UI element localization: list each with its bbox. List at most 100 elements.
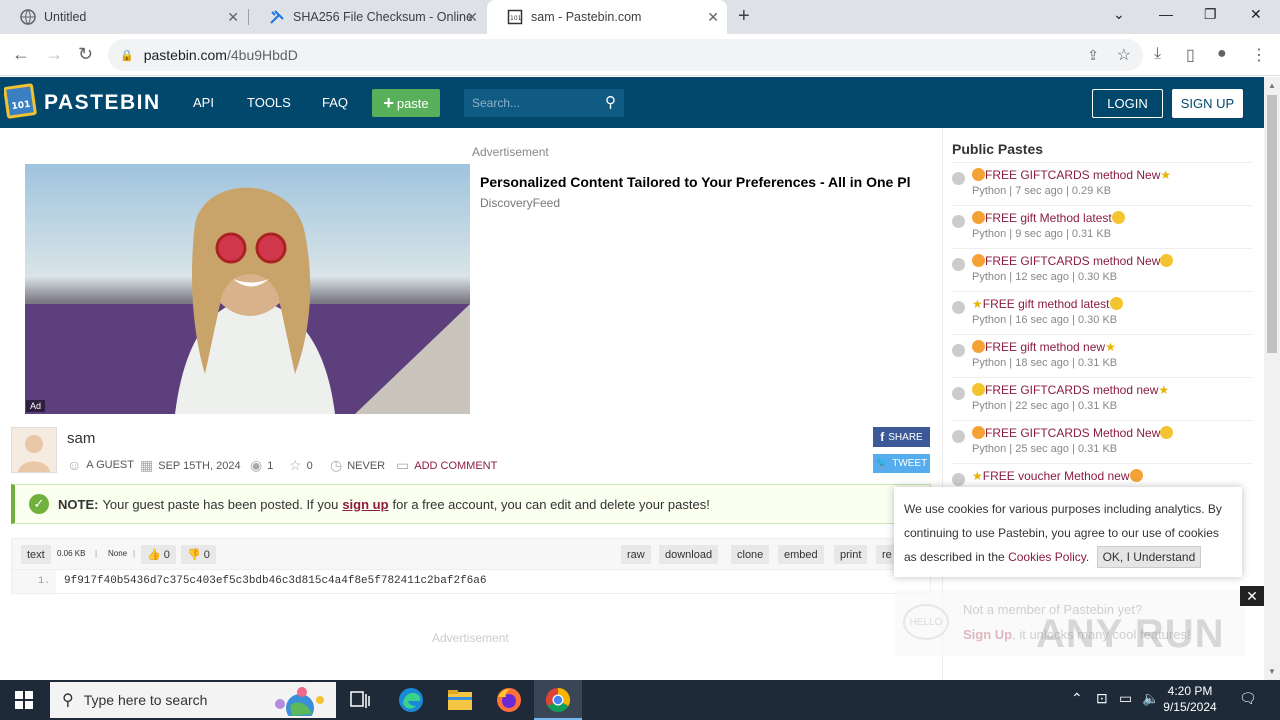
- task-view-icon[interactable]: [346, 686, 374, 714]
- star-icon: ★: [1160, 168, 1172, 182]
- paste-author: ☺ A GUEST: [67, 457, 134, 473]
- close-icon[interactable]: ✕: [1240, 586, 1264, 606]
- chevron-down-icon[interactable]: ⌄: [1113, 6, 1125, 23]
- notification-icon[interactable]: 🗨: [1239, 690, 1257, 707]
- facebook-share-button[interactable]: f SHARE: [873, 427, 930, 447]
- dislike-button[interactable]: 👎 0: [181, 545, 216, 564]
- checkmark-icon: ✓: [29, 494, 49, 514]
- back-arrow-icon[interactable]: ←: [12, 44, 30, 65]
- address-bar-row: ← → ↻ 🔒 pastebin.com/4bu9HbdD ⇪ ☆ ⤓ ▯ ● …: [0, 34, 1280, 76]
- print-button[interactable]: print: [834, 545, 868, 564]
- twitter-share-button[interactable]: 🐦 TWEET: [873, 454, 930, 473]
- restore-icon[interactable]: ❐: [1204, 6, 1217, 23]
- search-input[interactable]: Search... ⚲: [464, 89, 624, 117]
- cookie-accept-button[interactable]: OK, I Understand: [1096, 546, 1202, 568]
- ethernet-icon[interactable]: ▭: [1119, 690, 1132, 707]
- nav-faq[interactable]: FAQ: [322, 95, 348, 110]
- edge-icon[interactable]: [397, 686, 425, 714]
- clone-button[interactable]: clone: [731, 545, 770, 564]
- signup-button[interactable]: SIGN UP: [1172, 89, 1243, 118]
- browser-tab-pastebin[interactable]: 101 sam - Pastebin.com ✕: [487, 0, 727, 34]
- public-paste-item[interactable]: FREE GIFTCARDS method new★ Python | 22 s…: [952, 378, 1252, 421]
- scrollbar-thumb[interactable]: [1267, 95, 1277, 353]
- window-close-icon[interactable]: ✕: [1250, 6, 1262, 23]
- taskbar-clock[interactable]: 4:20 PM 9/15/2024: [1160, 683, 1220, 715]
- download-button[interactable]: download: [659, 545, 719, 564]
- nav-api[interactable]: API: [193, 95, 214, 110]
- like-button[interactable]: 👍 0: [141, 545, 176, 564]
- clock-date: 9/15/2024: [1163, 700, 1217, 714]
- ad-title[interactable]: Personalized Content Tailored to Your Pr…: [480, 174, 932, 190]
- windows-start-icon[interactable]: [10, 686, 38, 714]
- calendar-icon: ▦: [140, 457, 154, 473]
- paste-date: ▦ SEP 15TH, 2024: [140, 457, 241, 474]
- ad-source[interactable]: DiscoveryFeed: [480, 196, 560, 210]
- login-button[interactable]: LOGIN: [1092, 89, 1163, 118]
- taskbar-search-input[interactable]: ⚲ Type here to search: [50, 682, 336, 720]
- pastebin-logo-icon[interactable]: 101: [3, 82, 38, 120]
- public-paste-item[interactable]: FREE GIFTCARDS method New Python | 12 se…: [952, 249, 1252, 292]
- globe-icon: [952, 387, 965, 400]
- volume-icon[interactable]: 🔈: [1142, 690, 1159, 707]
- raw-button[interactable]: raw: [621, 545, 651, 564]
- cookies-policy-link[interactable]: Cookies Policy: [1008, 550, 1086, 564]
- notice-text-post: for a free account, you can edit and del…: [392, 496, 710, 512]
- emoji-icon: [972, 340, 985, 353]
- firefox-icon[interactable]: [495, 686, 523, 714]
- signup-link[interactable]: sign up: [342, 497, 388, 512]
- scroll-down-icon[interactable]: ▼: [1268, 667, 1276, 676]
- close-icon[interactable]: ✕: [466, 9, 478, 26]
- side-panel-icon[interactable]: ▯: [1186, 45, 1195, 65]
- new-paste-button[interactable]: + paste: [372, 89, 440, 117]
- paste-views: ◉ 1: [250, 457, 273, 474]
- public-paste-item[interactable]: FREE gift method new★ Python | 18 sec ag…: [952, 335, 1252, 378]
- forward-arrow-icon[interactable]: →: [45, 44, 63, 65]
- url-bar[interactable]: 🔒 pastebin.com/4bu9HbdD ⇪ ☆: [108, 39, 1143, 71]
- ad-image[interactable]: [25, 164, 470, 414]
- anyrun-watermark: ANY RUN: [1036, 612, 1225, 656]
- close-icon[interactable]: ✕: [707, 9, 719, 26]
- new-tab-icon[interactable]: +: [738, 5, 750, 28]
- embed-button[interactable]: embed: [778, 545, 824, 564]
- chevron-up-icon[interactable]: ⌃: [1071, 690, 1083, 707]
- download-icon[interactable]: ⤓: [1154, 45, 1161, 63]
- syntax-button[interactable]: text: [21, 545, 51, 564]
- avatar[interactable]: [11, 427, 57, 473]
- share-icon[interactable]: ⇪: [1087, 47, 1099, 64]
- public-paste-item[interactable]: ★FREE gift method latest Python | 16 sec…: [952, 292, 1252, 335]
- public-paste-item[interactable]: FREE GIFTCARDS method New★ Python | 7 se…: [952, 163, 1252, 206]
- member-signup-link[interactable]: Sign Up: [963, 627, 1012, 642]
- public-paste-item[interactable]: FREE gift Method latest Python | 9 sec a…: [952, 206, 1252, 249]
- page-scrollbar[interactable]: ▲ ▼: [1264, 77, 1280, 680]
- public-paste-item[interactable]: FREE GIFTCARDS Method New Python | 25 se…: [952, 421, 1252, 464]
- pastebin-icon: 101: [507, 9, 523, 25]
- ad-label: Advertisement: [472, 145, 549, 159]
- menu-kebab-icon[interactable]: ⋮: [1251, 45, 1267, 65]
- minimize-icon[interactable]: —: [1159, 6, 1173, 22]
- emoji-icon: [972, 383, 985, 396]
- site-logo-text[interactable]: PASTEBIN: [44, 91, 161, 115]
- file-explorer-icon[interactable]: [446, 686, 474, 714]
- scroll-up-icon[interactable]: ▲: [1268, 81, 1276, 90]
- network-icon[interactable]: ⊡: [1096, 690, 1108, 707]
- emoji-icon: [972, 254, 985, 267]
- profile-icon[interactable]: ●: [1217, 45, 1227, 63]
- add-comment-link[interactable]: ▭ ADD COMMENT: [396, 457, 497, 474]
- search-icon[interactable]: ⚲: [605, 93, 616, 111]
- reload-icon[interactable]: ↻: [78, 44, 93, 65]
- close-icon[interactable]: ✕: [227, 9, 239, 26]
- globe-icon: [952, 215, 965, 228]
- hello-bubble-icon: HELLO: [903, 604, 949, 640]
- chrome-icon[interactable]: [544, 686, 572, 714]
- nav-tools[interactable]: TOOLS: [247, 95, 291, 110]
- public-paste-title: FREE GIFTCARDS method New★: [972, 168, 1171, 182]
- line-number: 1.: [12, 570, 56, 593]
- browser-tab-untitled[interactable]: Untitled ✕: [0, 0, 247, 34]
- twitter-icon: 🐦: [875, 458, 889, 469]
- bookmark-star-icon[interactable]: ☆: [1117, 45, 1131, 65]
- likes-count: 0: [163, 548, 170, 561]
- ad-badge: Ad: [26, 400, 46, 412]
- paste-expire: ◷ NEVER: [330, 457, 385, 474]
- site-header: [0, 77, 1264, 128]
- browser-tab-sha256[interactable]: SHA256 File Checksum - Online ✕: [249, 0, 486, 34]
